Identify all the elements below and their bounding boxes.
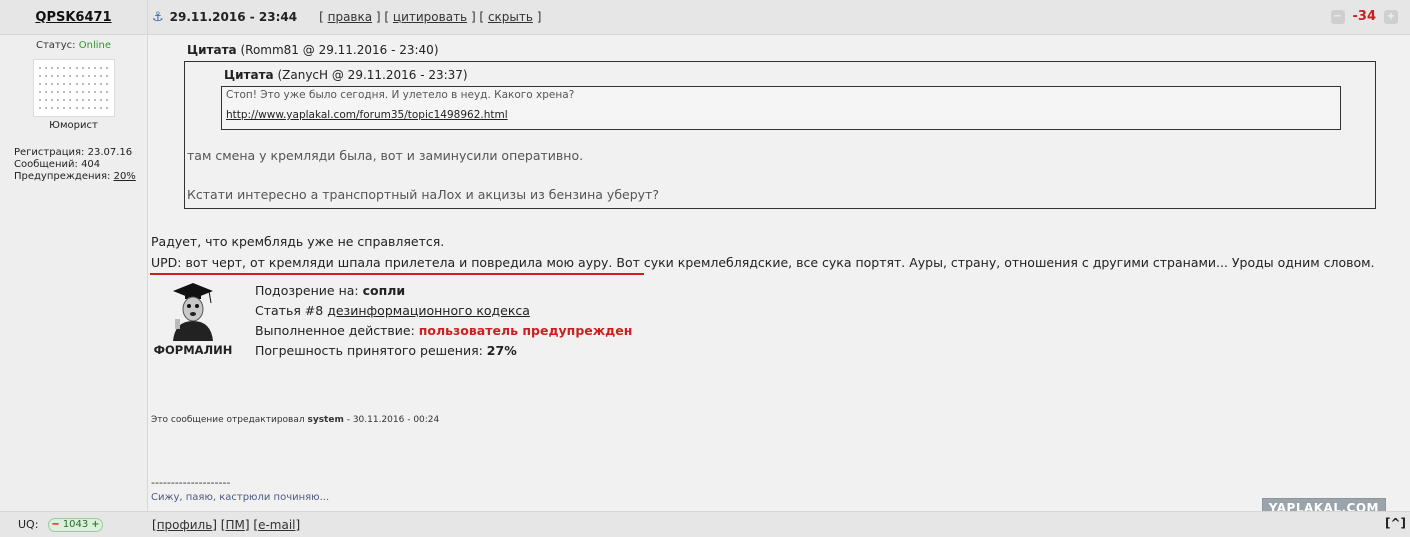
rating-value: -34 <box>1352 9 1377 24</box>
uq-minus-icon[interactable]: − <box>51 519 59 530</box>
moderator-name: ФОРМАЛИН <box>153 343 233 357</box>
quote-inner-text: Стоп! Это уже было сегодня. И улетело в … <box>226 89 575 101</box>
quote-outer-text-2: Кстати интересно а транспортный наЛох и … <box>187 187 659 202</box>
uq-badge: − 1043 + <box>48 517 103 532</box>
username-link[interactable]: QPSK6471 <box>35 10 111 25</box>
rate-down-icon[interactable]: − <box>1330 9 1345 24</box>
moderation-details: Подозрение на: сопли Статья #8 дезинформ… <box>255 281 632 361</box>
status-label: Статус: <box>36 40 76 51</box>
profile-link[interactable]: профиль <box>157 518 213 532</box>
email-link[interactable]: e-mail <box>258 518 295 532</box>
pm-link[interactable]: ПМ <box>225 518 244 532</box>
post-actions: [ правка ] [ цитировать ] [ скрыть ] <box>319 10 542 24</box>
avatar[interactable] <box>32 59 115 117</box>
quote-outer-title: Цитата (Romm81 @ 29.11.2016 - 23:40) <box>187 43 439 57</box>
user-rank: Юморист <box>49 120 98 131</box>
post-content-column: ⚓ 29.11.2016 - 23:44 [ правка ] [ цитиро… <box>148 0 1410 537</box>
user-column: QPSK6471 Статус: Online Юморист Регистра… <box>0 0 148 537</box>
post-rating: − -34 + <box>1330 9 1398 24</box>
rate-up-icon[interactable]: + <box>1384 9 1398 24</box>
scroll-up-button[interactable]: [^] <box>1385 516 1406 530</box>
status-online: Online <box>78 40 111 51</box>
moderation-divider <box>150 273 644 275</box>
quote-inner-link[interactable]: http://www.yaplakal.com/forum35/topic149… <box>226 109 1336 121</box>
stat-registration: Регистрация: 23.07.16 <box>14 147 133 158</box>
quote-outer-text-1: там смена у кремляди была, вот и заминус… <box>187 148 584 163</box>
forum-post: QPSK6471 Статус: Online Юморист Регистра… <box>0 0 1410 537</box>
warnings-link[interactable]: 20% <box>114 171 136 182</box>
moderator-figure: ФОРМАЛИН <box>153 281 233 361</box>
post-footer: [ профиль ] [ ПМ ] [ e-mail ] [^] <box>148 511 1410 537</box>
quote-inner-box: Стоп! Это уже было сегодня. И улетело в … <box>221 86 1341 130</box>
moderation-block: ФОРМАЛИН Подозрение на: сопли Статья #8 … <box>153 281 1410 361</box>
uq-plus-icon[interactable]: + <box>91 519 99 530</box>
post-text: Радует, что кремблядь уже не справляется… <box>151 231 1381 273</box>
mod-error: Погрешность принятого решения: 27% <box>255 343 517 358</box>
signature-text: Сижу, паяю, кастрюли починяю... <box>151 492 330 503</box>
user-header: QPSK6471 <box>0 0 147 35</box>
uq-label: UQ: <box>18 518 39 531</box>
codex-link[interactable]: дезинформационного кодекса <box>327 303 530 318</box>
post-body: Цитата (Romm81 @ 29.11.2016 - 23:40) Цит… <box>148 35 1410 425</box>
mod-article: Статья #8 дезинформационного кодекса <box>255 303 530 318</box>
anchor-icon[interactable]: ⚓ <box>152 10 164 25</box>
uq-value: 1043 <box>62 519 89 530</box>
signature: -------------------- Сижу, паяю, кастрюл… <box>151 476 329 503</box>
moderator-avatar-icon <box>163 281 223 341</box>
quote-inner-title: Цитата (ZanycH @ 29.11.2016 - 23:37) <box>224 68 468 82</box>
post-text-line-1: Радует, что кремблядь уже не справляется… <box>151 234 445 249</box>
edit-link[interactable]: правка <box>328 10 373 24</box>
stat-messages: Сообщений: 404 <box>14 159 101 170</box>
quote-link[interactable]: цитировать <box>393 10 467 24</box>
mod-action: Выполненное действие: пользователь преду… <box>255 323 633 338</box>
edited-note: Это сообщение отредактировал system - 30… <box>151 415 440 425</box>
mod-suspicion: Подозрение на: сопли <box>255 283 406 298</box>
post-header: ⚓ 29.11.2016 - 23:44 [ правка ] [ цитиро… <box>148 0 1410 35</box>
signature-separator: -------------------- <box>151 476 231 489</box>
quote-outer: Цитата (Romm81 @ 29.11.2016 - 23:40) Цит… <box>184 43 1376 209</box>
user-status: Статус: Online <box>0 40 147 51</box>
post-text-line-2: UPD: вот черт, от кремляди шпала прилете… <box>151 255 1375 270</box>
user-stats: Регистрация: 23.07.16 Сообщений: 404 Пре… <box>14 147 147 183</box>
hide-link[interactable]: скрыть <box>488 10 533 24</box>
stat-warnings: Предупреждения: 20% <box>14 171 136 182</box>
quote-inner: Цитата (ZanycH @ 29.11.2016 - 23:37) Сто… <box>221 68 1341 130</box>
post-date: 29.11.2016 - 23:44 <box>169 10 298 24</box>
quote-outer-box: Цитата (ZanycH @ 29.11.2016 - 23:37) Сто… <box>184 61 1376 209</box>
uq-bar: UQ: − 1043 + <box>0 511 148 537</box>
